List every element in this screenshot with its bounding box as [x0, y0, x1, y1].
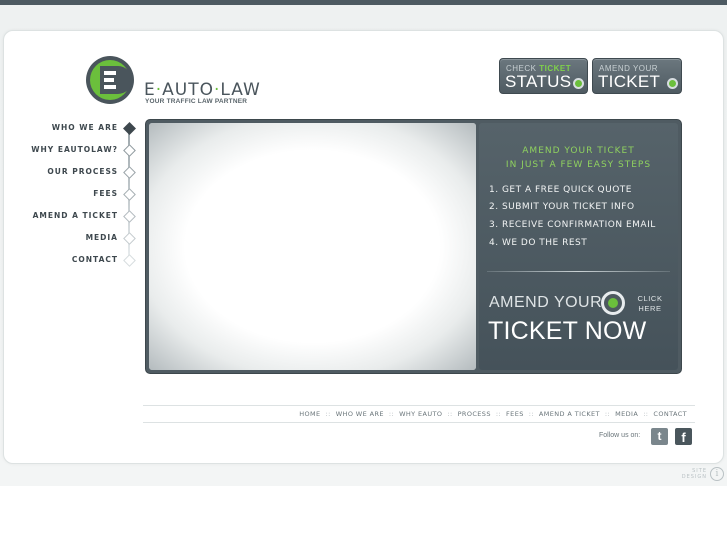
info-icon: i — [710, 467, 724, 481]
nav-item-fees[interactable]: FEES — [93, 189, 118, 203]
logo-word-auto: AUTO — [162, 80, 214, 100]
footer-separator: :: — [388, 410, 395, 418]
footer-separator: :: — [604, 410, 611, 418]
logo-wordmark: E·AUTO·LAW — [144, 80, 261, 100]
footer-rule-top — [143, 405, 695, 406]
footer-link-amend-a-ticket[interactable]: AMEND A TICKET — [539, 410, 600, 418]
footer-link-who-we-are[interactable]: WHO WE ARE — [336, 410, 384, 418]
promo-step-4: 4. WE DO THE REST — [489, 238, 588, 248]
cta-click-here: CLICK HERE — [633, 294, 667, 314]
footer-separator: :: — [528, 410, 534, 418]
cta-click-line1: CLICK — [637, 294, 663, 303]
site-design-credit[interactable]: SITE DESIGN i — [679, 467, 725, 483]
footer-separator: :: — [643, 410, 649, 418]
facebook-icon[interactable]: f — [675, 428, 692, 445]
nav-item-why-eautolaw[interactable]: WHY EAUTOLAW? — [31, 145, 118, 159]
footer-separator: :: — [325, 410, 331, 418]
footer-link-home[interactable]: HOME — [299, 410, 320, 418]
follow-us-label: Follow us on: — [599, 432, 641, 439]
cta-amend-label: AMEND YOUR — [489, 294, 603, 311]
footer-link-process[interactable]: PROCESS — [458, 410, 491, 418]
cta-click-line2: HERE — [638, 304, 662, 313]
logo-word-e: E — [144, 80, 156, 100]
promo-step-3: 3. RECEIVE CONFIRMATION EMAIL — [489, 220, 656, 230]
promo-heading-line2: IN JUST A FEW EASY STEPS — [505, 160, 652, 170]
go-ring-icon — [573, 78, 584, 89]
site-logo[interactable]: E·AUTO·LAW YOUR TRAFFIC LAW PARTNER — [84, 54, 274, 108]
footer-link-media[interactable]: MEDIA — [615, 410, 638, 418]
footer-nav: HOME:: WHO WE ARE:: WHY EAUTO:: PROCESS:: FE… — [299, 410, 687, 418]
amend-your-ticket-button[interactable]: AMEND YOUR TICKET — [592, 58, 682, 94]
footer-separator: :: — [447, 410, 453, 418]
footer-link-why-eauto[interactable]: WHY EAUTO — [399, 410, 442, 418]
nav-item-contact[interactable]: CONTACT — [72, 255, 118, 269]
status-button-label: STATUS — [505, 72, 572, 91]
go-ring-icon — [601, 291, 625, 315]
twitter-icon[interactable]: t — [651, 428, 668, 445]
promo-step-1: 1. GET A FREE QUICK QUOTE — [489, 185, 632, 195]
logo-mark-icon — [86, 56, 134, 104]
go-ring-icon — [667, 78, 678, 89]
nav-item-amend-a-ticket[interactable]: AMEND A TICKET — [33, 211, 118, 225]
logo-word-law: LAW — [220, 80, 261, 100]
footer-separator: :: — [495, 410, 502, 418]
promo-divider — [487, 271, 670, 272]
site-design-line2: DESIGN — [681, 474, 707, 480]
nav-item-our-process[interactable]: OUR PROCESS — [47, 167, 118, 181]
hero-frame: AMEND YOUR TICKET IN JUST A FEW EASY STE… — [145, 119, 682, 374]
promo-step-2: 2. SUBMIT YOUR TICKET INFO — [489, 202, 635, 212]
hero-image-area — [149, 123, 476, 370]
cta-ticket-now-label: TICKET NOW — [488, 317, 647, 345]
nav-item-media[interactable]: MEDIA — [86, 233, 118, 247]
amend-button-label: TICKET — [598, 72, 661, 91]
hero-image-vignette — [149, 123, 476, 370]
footer-link-fees[interactable]: FEES — [506, 410, 524, 418]
logo-tagline: YOUR TRAFFIC LAW PARTNER — [145, 98, 248, 105]
promo-heading-line1: AMEND YOUR TICKET — [522, 146, 635, 156]
check-ticket-status-button[interactable]: CHECK TICKET STATUS — [499, 58, 588, 94]
footer-rule-bottom — [143, 422, 695, 423]
amend-ticket-promo-panel: AMEND YOUR TICKET IN JUST A FEW EASY STE… — [479, 123, 678, 370]
site-design-text: SITE DESIGN — [679, 468, 707, 480]
footer-link-contact[interactable]: CONTACT — [653, 410, 687, 418]
nav-item-who-we-are[interactable]: WHO WE ARE — [52, 123, 118, 137]
